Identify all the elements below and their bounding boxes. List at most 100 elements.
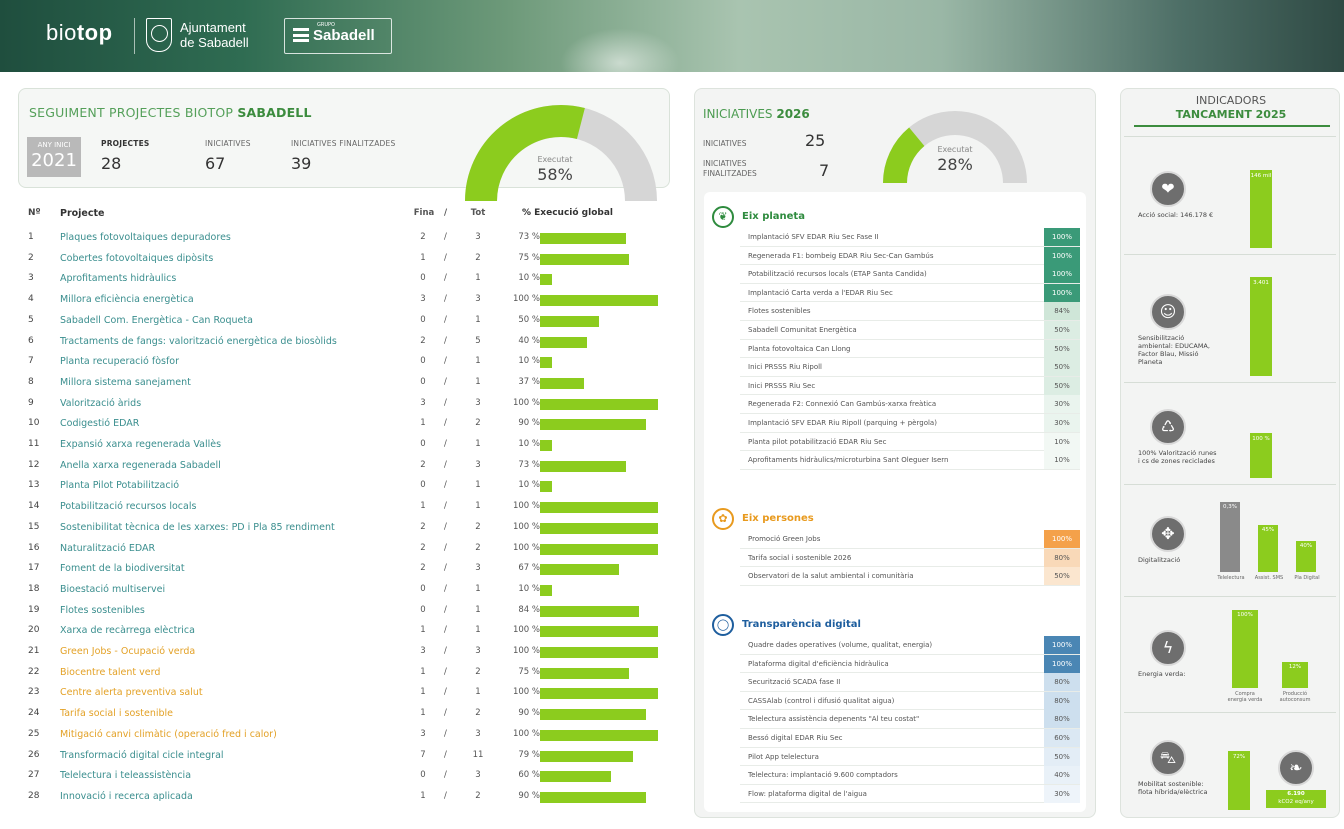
initiative-row[interactable]: Implantació SFV EDAR Riu Ripoll (parquin…	[740, 414, 1080, 433]
execution-bar	[540, 709, 647, 721]
table-row[interactable]: 22 Biocentre talent verd 1 / 2 75 %	[22, 663, 670, 684]
project-name[interactable]: Transformació digital cicle integral	[60, 750, 224, 761]
table-row[interactable]: 2 Cobertes fotovoltaiques dipòsits 1 / 2 75 %	[22, 249, 670, 270]
initiative-row[interactable]: Inici PRSSS Riu Sec 50%	[740, 376, 1080, 396]
table-row[interactable]: 20 Xarxa de recàrrega elèctrica 1 / 1 100 %	[22, 621, 670, 642]
table-row[interactable]: 26 Transformació digital cicle integral 7 /…	[22, 746, 670, 767]
separator: /	[444, 314, 447, 325]
separator: /	[444, 749, 447, 760]
initiative-row[interactable]: Regenerada F2: Connexió Can Gambús-xarxa…	[740, 395, 1080, 414]
project-name[interactable]: Tractaments de fangs: valorització energ…	[60, 336, 337, 347]
table-row[interactable]: 4 Millora eficiència energètica 3 / 3 100 %	[22, 290, 670, 311]
project-name[interactable]: Potabilització recursos locals	[60, 501, 196, 512]
initiative-row[interactable]: Bessó digital EDAR Riu Sec 60%	[740, 729, 1080, 748]
table-row[interactable]: 9 Valorització àrids 3 / 3 100 %	[22, 394, 670, 415]
table-row[interactable]: 25 Mitigació canvi climàtic (operació fre…	[22, 725, 670, 746]
initiative-row[interactable]: Inici PRSSS Riu Ripoll 50%	[740, 358, 1080, 377]
table-row[interactable]: 27 Telelectura i teleassistència 0 / 3 60 %	[22, 766, 670, 787]
project-name[interactable]: Centre alerta preventiva salut	[60, 687, 203, 698]
table-row[interactable]: 3 Aprofitaments hidràulics 0 / 1 10 %	[22, 269, 670, 290]
initiative-row[interactable]: Telelectura: implantació 9.600 comptador…	[740, 766, 1080, 785]
project-name[interactable]: Plaques fotovoltaiques depuradores	[60, 232, 231, 243]
table-row[interactable]: 17 Foment de la biodiversitat 2 / 3 67 %	[22, 559, 670, 580]
separator: /	[444, 521, 447, 532]
table-row[interactable]: 24 Tarifa social i sostenible 1 / 2 90 %	[22, 704, 670, 725]
project-name[interactable]: Codigestió EDAR	[60, 418, 139, 429]
row-number: 7	[28, 356, 34, 367]
initiative-row[interactable]: Tarifa social i sostenible 2026 80%	[740, 548, 1080, 568]
initiative-row[interactable]: Implantació SFV EDAR Riu Sec Fase II 100%	[740, 228, 1080, 247]
project-name[interactable]: Cobertes fotovoltaiques dipòsits	[60, 253, 213, 264]
project-name[interactable]: Anella xarxa regenerada Sabadell	[60, 460, 221, 471]
finished-count: 3	[420, 294, 426, 305]
table-row[interactable]: 7 Planta recuperació fòsfor 0 / 1 10 %	[22, 352, 670, 373]
project-name[interactable]: Flotes sostenibles	[60, 605, 145, 616]
table-row[interactable]: 6 Tractaments de fangs: valorització ener…	[22, 332, 670, 353]
initiative-row[interactable]: Promoció Green Jobs 100%	[740, 530, 1080, 549]
initiative-row[interactable]: Telelectura assistència depenents "Al te…	[740, 710, 1080, 729]
table-row[interactable]: 13 Planta Pilot Potabilització 0 / 1 10 %	[22, 476, 670, 497]
table-row[interactable]: 1 Plaques fotovoltaiques depuradores 2 / 3 73…	[22, 228, 670, 249]
table-row[interactable]: 21 Green Jobs - Ocupació verda 3 / 3 100 %	[22, 642, 670, 663]
initiative-row[interactable]: Flotes sostenibles 84%	[740, 302, 1080, 321]
project-name[interactable]: Tarifa social i sostenible	[60, 708, 173, 719]
table-row[interactable]: 23 Centre alerta preventiva salut 1 / 1 100 %	[22, 683, 670, 704]
initiative-row[interactable]: Implantació Carta verda a l'EDAR Riu Sec…	[740, 283, 1080, 303]
project-name[interactable]: Sostenibilitat tècnica de les xarxes: PD…	[60, 522, 335, 533]
table-row[interactable]: 28 Innovació i recerca aplicada 1 / 2 90 %	[22, 787, 670, 808]
execution-bar	[540, 750, 634, 762]
initiative-row[interactable]: Observatori de la salut ambiental i comu…	[740, 567, 1080, 586]
project-name[interactable]: Foment de la biodiversitat	[60, 563, 185, 574]
project-name[interactable]: Naturalització EDAR	[60, 543, 155, 554]
separator: /	[444, 583, 447, 594]
project-name[interactable]: Green Jobs - Ocupació verda	[60, 646, 195, 657]
project-name[interactable]: Mitigació canvi climàtic (operació fred …	[60, 729, 277, 740]
total-count: 3	[475, 728, 481, 739]
initiative-name: Observatori de la salut ambiental i comu…	[748, 572, 914, 581]
project-name[interactable]: Sabadell Com. Energètica - Can Roqueta	[60, 315, 253, 326]
indicator-bar-value: 100 %	[1252, 435, 1270, 442]
initiative-row[interactable]: Planta fotovoltaica Can Llong 50%	[740, 339, 1080, 359]
initiative-row[interactable]: Pilot App telelectura 50%	[740, 747, 1080, 767]
initiative-row[interactable]: Quadre dades operatives (volume, qualita…	[740, 636, 1080, 655]
initiative-row[interactable]: CASSAlab (control i difusió qualitat aig…	[740, 691, 1080, 711]
table-row[interactable]: 5 Sabadell Com. Energètica - Can Roqueta 0…	[22, 311, 670, 332]
indicators-title: INDICADORS TANCAMENT 2025	[1175, 94, 1287, 121]
table-row[interactable]: 18 Bioestació multiservei 0 / 1 10 %	[22, 580, 670, 601]
project-name[interactable]: Planta Pilot Potabilització	[60, 480, 179, 491]
project-name[interactable]: Aprofitaments hidràulics	[60, 273, 176, 284]
initiative-row[interactable]: Plataforma digital d'eficiència hidràuli…	[740, 654, 1080, 674]
project-name[interactable]: Millora sistema sanejament	[60, 377, 191, 388]
table-row[interactable]: 14 Potabilització recursos locals 1 / 1 100 %	[22, 497, 670, 518]
project-name[interactable]: Innovació i recerca aplicada	[60, 791, 193, 802]
banc-sabadell-logo[interactable]: GRUPO Sabadell	[284, 18, 392, 54]
project-name[interactable]: Xarxa de recàrrega elèctrica	[60, 625, 195, 636]
initiative-row[interactable]: Sabadell Comunitat Energètica 50%	[740, 321, 1080, 340]
table-row[interactable]: 16 Naturalització EDAR 2 / 2 100 %	[22, 539, 670, 560]
initiative-row[interactable]: Regenerada F1: bombeig EDAR Riu Sec-Can …	[740, 246, 1080, 266]
biotop-logo[interactable]: biotop	[46, 20, 113, 46]
project-name[interactable]: Planta recuperació fòsfor	[60, 356, 179, 367]
initiative-row[interactable]: Securització SCADA fase II 80%	[740, 673, 1080, 692]
project-name[interactable]: Millora eficiència energètica	[60, 294, 194, 305]
project-name[interactable]: Biocentre talent verd	[60, 667, 160, 678]
project-name[interactable]: Bioestació multiservei	[60, 584, 165, 595]
initiative-row[interactable]: Planta pilot potabilització EDAR Riu Sec…	[740, 432, 1080, 452]
table-row[interactable]: 11 Expansió xarxa regenerada Vallès 0 / 1 10 …	[22, 435, 670, 456]
separator: /	[444, 625, 447, 636]
table-row[interactable]: 15 Sostenibilitat tècnica de les xarxes: …	[22, 518, 670, 539]
table-row[interactable]: 12 Anella xarxa regenerada Sabadell 2 / 3 73 …	[22, 456, 670, 477]
initiative-name: Implantació SFV EDAR Riu Ripoll (parquin…	[748, 419, 937, 427]
ajuntament-sabadell-logo[interactable]: Ajuntament de Sabadell	[146, 16, 276, 56]
project-name[interactable]: Expansió xarxa regenerada Vallès	[60, 439, 221, 450]
table-row[interactable]: 10 Codigestió EDAR 1 / 2 90 %	[22, 414, 670, 435]
initiative-row[interactable]: Flow: plataforma digital de l'aigua 30%	[740, 784, 1080, 804]
total-count: 2	[475, 666, 481, 677]
project-name[interactable]: Valorització àrids	[60, 398, 141, 409]
leaf-icon: ❧	[1278, 750, 1314, 786]
initiative-row[interactable]: Potabilització recursos locals (ETAP San…	[740, 265, 1080, 284]
initiative-row[interactable]: Aprofitaments hidràulics/microturbina Sa…	[740, 451, 1080, 470]
table-row[interactable]: 19 Flotes sostenibles 0 / 1 84 %	[22, 601, 670, 622]
table-row[interactable]: 8 Millora sistema sanejament 0 / 1 37 %	[22, 373, 670, 394]
project-name[interactable]: Telelectura i teleassistència	[60, 770, 191, 781]
